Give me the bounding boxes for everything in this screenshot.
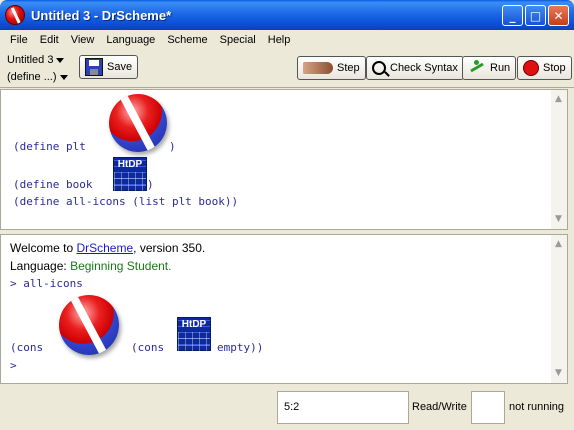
language-prefix: Language:	[10, 259, 71, 273]
maximize-button[interactable]: □	[525, 5, 546, 26]
foot-icon	[303, 62, 333, 74]
result-empty: empty))	[217, 341, 264, 354]
scroll-up-arrow-icon[interactable]: ▲	[553, 239, 564, 250]
run-button[interactable]: Run	[462, 56, 517, 80]
input-prompt: >	[10, 359, 17, 372]
code-line-define-plt: (define plt	[13, 140, 93, 153]
save-button[interactable]: Save	[79, 55, 139, 79]
cursor-position: 5:2	[277, 391, 409, 424]
code-paren-close-2: )	[147, 178, 154, 191]
toolbar: Untitled 3 (define ...) Save Step Check …	[0, 50, 574, 88]
scroll-down-arrow-icon[interactable]: ▼	[553, 368, 564, 379]
close-button[interactable]: ✕	[548, 5, 569, 26]
define-selector[interactable]: (define ...)	[7, 71, 68, 83]
check-syntax-button-label: Check Syntax	[390, 62, 458, 74]
interactions-scrollbar[interactable]: ▲ ▼	[551, 235, 567, 383]
drscheme-logo-icon	[5, 5, 25, 25]
running-man-icon	[468, 60, 486, 76]
status-bar: 5:2 Read/Write not running	[0, 386, 574, 430]
step-button-label: Step	[337, 62, 360, 74]
menu-bar: File Edit View Language Scheme Special H…	[0, 30, 574, 50]
welcome-prefix: Welcome to	[10, 241, 77, 255]
window-title: Untitled 3 - DrScheme*	[31, 7, 172, 23]
minimize-button[interactable]: _	[502, 5, 523, 26]
htdp-book-image: HtDP	[177, 317, 211, 352]
step-button[interactable]: Step	[297, 56, 366, 80]
language-name: Beginning Student	[70, 259, 169, 273]
welcome-message: Welcome to DrScheme, version 350.	[10, 241, 205, 255]
htdp-label: HtDP	[181, 319, 207, 330]
check-syntax-button[interactable]: Check Syntax	[366, 56, 464, 80]
plt-logo-image	[59, 295, 119, 355]
menu-edit[interactable]: Edit	[34, 34, 65, 46]
floppy-disk-icon	[85, 58, 103, 76]
scroll-down-arrow-icon[interactable]: ▼	[553, 214, 564, 225]
code-line-define-book: (define book	[13, 178, 100, 191]
code-line-define-all-icons: (define all-icons (list plt book))	[13, 195, 239, 208]
drscheme-link[interactable]: DrScheme	[76, 241, 133, 255]
interactions-window[interactable]: Welcome to DrScheme, version 350. Langua…	[0, 234, 568, 384]
read-write-mode: Read/Write	[412, 401, 467, 413]
file-selector-label: Untitled 3	[7, 54, 54, 66]
menu-special[interactable]: Special	[214, 34, 262, 46]
menu-help[interactable]: Help	[262, 34, 297, 46]
result-cons-2: (cons	[131, 341, 171, 354]
title-bar: Untitled 3 - DrScheme* _ □ ✕	[0, 0, 574, 30]
result-cons-1: (cons	[10, 341, 50, 354]
menu-scheme[interactable]: Scheme	[161, 34, 213, 46]
magnifier-icon	[372, 61, 386, 75]
window-controls: _ □ ✕	[502, 5, 569, 26]
definitions-editor[interactable]: (define plt ) (define book HtDP ) (defin…	[0, 89, 568, 230]
run-state-label: not running	[509, 401, 565, 413]
prompt-all-icons: > all-icons	[10, 277, 83, 290]
scroll-up-arrow-icon[interactable]: ▲	[553, 94, 564, 105]
htdp-label: HtDP	[117, 159, 143, 170]
htdp-book-image: HtDP	[113, 157, 147, 192]
editor-scrollbar[interactable]: ▲ ▼	[551, 90, 567, 229]
menu-file[interactable]: File	[4, 34, 34, 46]
dropdown-arrow-icon	[56, 57, 65, 63]
language-message: Language: Beginning Student.	[10, 259, 172, 273]
welcome-suffix: , version 350.	[133, 241, 206, 255]
save-button-label: Save	[107, 61, 133, 73]
running-indicator	[471, 391, 505, 424]
stop-button-label: Stop	[543, 62, 566, 74]
file-selector[interactable]: Untitled 3	[7, 54, 65, 66]
run-button-label: Run	[490, 62, 511, 74]
language-suffix: .	[168, 259, 172, 273]
plt-logo-image	[109, 94, 167, 152]
menu-view[interactable]: View	[65, 34, 101, 46]
stop-icon	[523, 60, 539, 76]
menu-language[interactable]: Language	[100, 34, 161, 46]
dropdown-arrow-icon	[59, 74, 68, 80]
define-selector-label: (define ...)	[7, 71, 57, 83]
stop-button[interactable]: Stop	[517, 56, 572, 80]
code-paren-close-1: )	[169, 140, 176, 153]
